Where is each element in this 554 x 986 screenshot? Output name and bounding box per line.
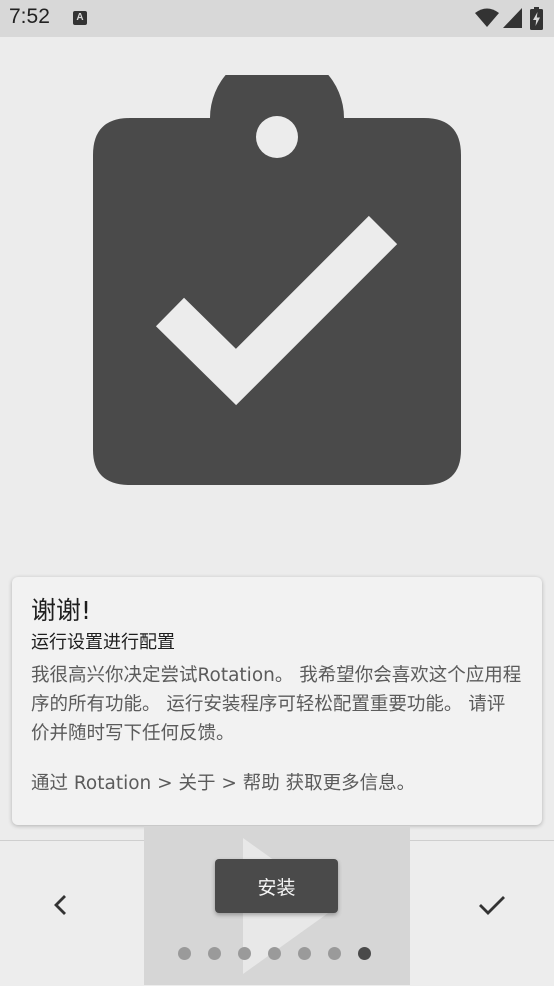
page-dot[interactable] (208, 947, 221, 960)
status-bar: 7:52 A (0, 0, 554, 37)
page-dot[interactable] (178, 947, 191, 960)
wifi-icon (475, 8, 499, 27)
page-dot[interactable] (328, 947, 341, 960)
signal-icon (503, 8, 522, 28)
status-time: 7:52 (9, 5, 50, 28)
check-icon[interactable] (476, 892, 508, 918)
chevron-left-icon[interactable] (50, 892, 72, 918)
page-dot[interactable] (238, 947, 251, 960)
install-button[interactable]: 安装 (215, 859, 338, 913)
page-indicator (178, 947, 371, 961)
page-dot-active[interactable] (358, 947, 371, 960)
page-dot[interactable] (268, 947, 281, 960)
card-subtitle: 运行设置进行配置 (31, 632, 175, 653)
notification-a-icon: A (73, 11, 87, 25)
page-dot[interactable] (298, 947, 311, 960)
card-footer: 通过 Rotation > 关于 > 帮助 获取更多信息。 (31, 773, 416, 794)
card-title: 谢谢! (31, 596, 92, 625)
intro-card: 谢谢! 运行设置进行配置 我很高兴你决定尝试Rotation。 我希望你会喜欢这… (12, 577, 542, 825)
clipboard-check-icon (93, 75, 461, 485)
card-body: 我很高兴你决定尝试Rotation。 我希望你会喜欢这个应用程序的所有功能。 运… (31, 665, 522, 744)
battery-charging-icon (530, 7, 543, 30)
